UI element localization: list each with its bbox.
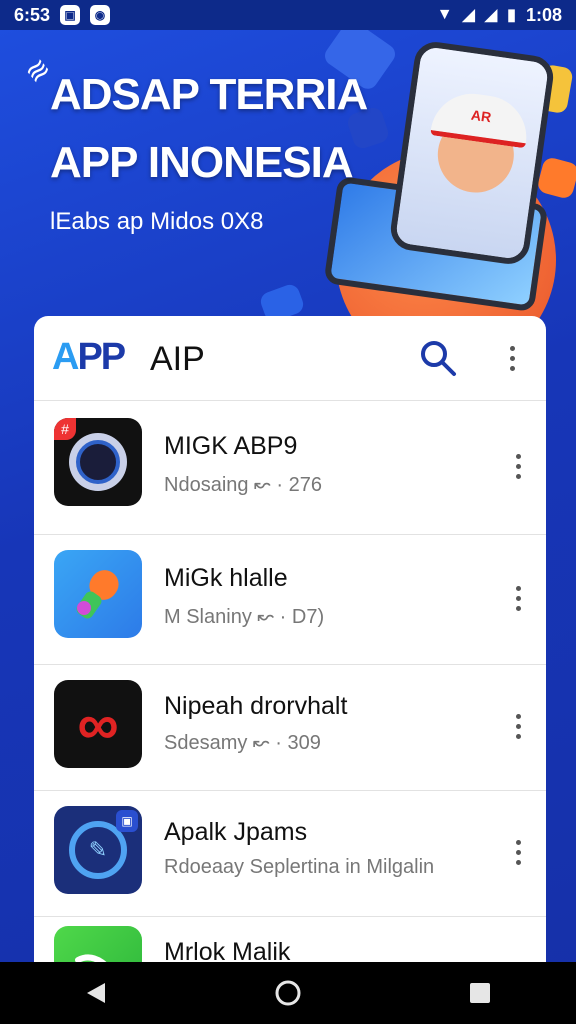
brand-logo-a: A [52,336,79,378]
home-icon [275,980,301,1006]
status-time-right: 1:08 [525,4,562,25]
app-notification-icon: ◉ [90,5,111,25]
status-left: 6:53 ▣ ◉ [14,4,111,26]
app-subtitle: Ndosaing ↜ · 276 [164,474,322,496]
app-name: Nipeah drorvhalt [164,692,348,720]
app-subtitle: Rdoeaay Seplertina in Milgalin [164,856,435,878]
status-time-left: 6:53 [14,4,51,25]
signal-icon: ◢ [462,7,475,24]
more-vert-icon [508,578,528,618]
compass-app-icon: ✎ ▣ [54,806,142,894]
card-header: APP AIP [34,316,546,401]
list-item[interactable]: MiGk hlalle M Slaniny ↜ · D7) [34,534,546,665]
more-vert-icon [500,338,524,378]
item-menu-button[interactable] [508,832,528,872]
more-vert-icon [508,706,528,746]
list-item[interactable]: ∞ Nipeah drorvhalt Sdesamy ↜ · 309 [34,664,546,791]
app-subtitle: Sdesamy ↜ · 309 [164,732,321,754]
list-item[interactable]: # MIGK ABP9 Ndosaing ↜ · 276 [34,400,546,535]
signal-2-icon: ◢ [484,7,498,24]
hero-title-line2: APP INONESIA [50,138,354,187]
phone-screen: AR [394,46,550,260]
infinity-app-icon: ∞ [54,680,142,768]
header-title: AIP [150,340,205,378]
back-button[interactable] [76,973,116,1013]
battery-icon: ▮ [507,7,516,24]
system-nav-bar [0,962,576,1024]
phone-illustration: AR [388,39,556,267]
recents-icon [470,983,490,1003]
list-item[interactable]: ✎ ▣ Apalk Jpams Rdoeaay Seplertina in Mi… [34,790,546,917]
wifi-icon: ▼ [436,6,453,23]
app-name: MiGk hlalle [164,564,288,592]
recents-button[interactable] [460,973,500,1013]
brand-logo-pp: PP [77,336,126,378]
search-button[interactable] [418,338,458,378]
home-button[interactable] [268,973,308,1013]
item-menu-button[interactable] [508,706,528,746]
overflow-menu-button[interactable] [500,338,524,378]
hero-title-line1: ADSAP TERRIA [50,70,368,119]
app-name: MIGK ABP9 [164,432,298,460]
status-right: ▼ ◢ ◢ ▮ 1:08 [437,5,562,26]
camera-lens-icon: # [54,418,142,506]
app-subtitle: M Slaniny ↜ · D7) [164,606,325,628]
floating-app-icon [535,155,576,201]
cap-logo-text: AR [470,106,493,126]
microphone-app-icon [54,550,142,638]
more-vert-icon [508,446,528,486]
hero-subtitle: lEabs ap Midos 0X8 [50,208,264,235]
notification-icon: ▣ [60,5,81,25]
more-vert-icon [508,832,528,872]
app-name: Apalk Jpams [164,818,308,846]
search-icon [421,341,456,376]
item-menu-button[interactable] [508,578,528,618]
status-bar: 6:53 ▣ ◉ ▼ ◢ ◢ ▮ 1:08 [0,0,576,30]
back-icon [87,983,105,1003]
app-list-card: APP AIP # MIGK ABP9 Ndosaing ↜ · 276 MiG… [34,316,546,976]
hero-banner[interactable]: AR ≋ ADSAP TERRIA APP INONESIA lEabs ap … [0,30,576,330]
item-menu-button[interactable] [508,446,528,486]
brand-logo[interactable]: APP [52,336,126,379]
